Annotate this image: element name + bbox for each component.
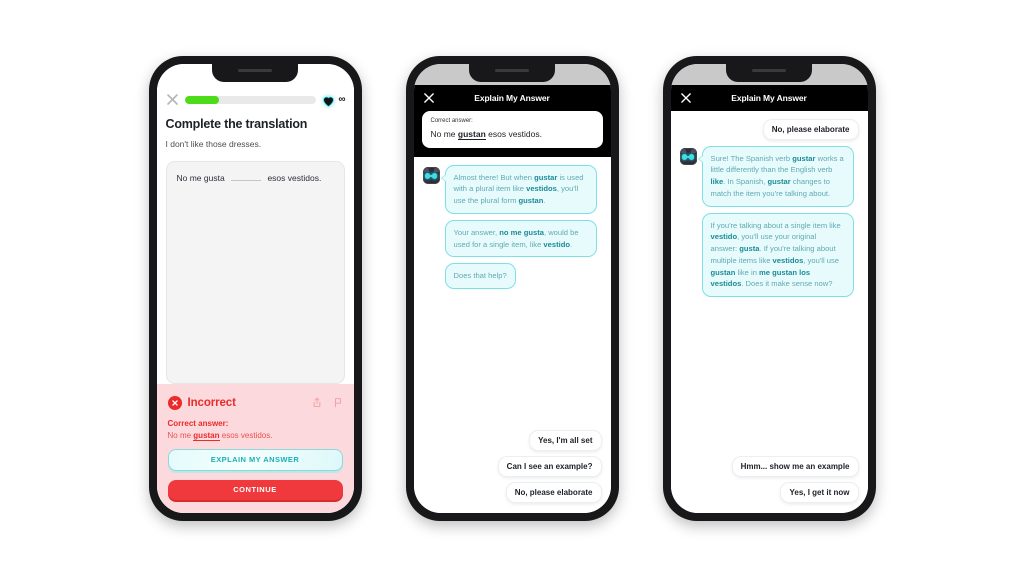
avatar-ear-right bbox=[690, 148, 696, 153]
lily-avatar-icon bbox=[422, 166, 440, 184]
chat-row-user: No, please elaborate bbox=[680, 118, 859, 140]
chat-header: Explain My Answer bbox=[413, 84, 611, 111]
phone-2-screen: Explain My Answer Correct answer: No me … bbox=[413, 63, 611, 513]
correct-answer-text: No me gustan esos vestidos. bbox=[430, 128, 594, 140]
quick-reply-option[interactable]: Can I see an example? bbox=[497, 455, 602, 477]
answer-blank bbox=[231, 179, 262, 181]
heart-icon bbox=[322, 94, 335, 107]
close-icon[interactable] bbox=[680, 92, 692, 104]
avatar-ear-left bbox=[680, 148, 686, 153]
chat-row-bot: Does that help? bbox=[423, 263, 602, 290]
phone-1-lesson: ∞ Complete the translation I don't like … bbox=[148, 55, 362, 521]
x-circle-icon bbox=[167, 395, 182, 410]
correct-answer-post: esos vestidos. bbox=[219, 430, 273, 440]
answer-line: No me gusta esos vestidos. bbox=[177, 173, 334, 183]
feedback-panel: Incorrect Correct answer: No me gustan e… bbox=[156, 383, 354, 513]
phone-notch bbox=[469, 63, 555, 82]
avatar-ear-right bbox=[433, 167, 439, 172]
chat-bubble-bot: Does that help? bbox=[444, 263, 516, 290]
lesson-body: ∞ Complete the translation I don't like … bbox=[156, 84, 354, 513]
chat-title: Explain My Answer bbox=[474, 92, 550, 103]
avatar-ear-left bbox=[423, 167, 429, 172]
chat-bubble-bot: Your answer, no me gusta, would be used … bbox=[444, 219, 597, 258]
avatar-ears bbox=[680, 148, 696, 154]
feedback-header: Incorrect bbox=[167, 395, 343, 410]
correct-answer-card-wrap: Correct answer: No me gustan esos vestid… bbox=[413, 110, 611, 157]
lesson-progress-bar bbox=[184, 95, 317, 104]
user-message-bubble: No, please elaborate bbox=[762, 118, 859, 140]
chat-body: No, please elaborate Sure! The Spanish v… bbox=[670, 110, 868, 513]
chat-spacer bbox=[680, 303, 859, 449]
chat-header: Explain My Answer bbox=[670, 84, 868, 111]
phone-3-explain-chat-followup: Explain My Answer No, please elaborate S… bbox=[662, 55, 876, 521]
lily-avatar-icon bbox=[679, 147, 697, 165]
chat-row-bot: Sure! The Spanish verb gustar works a li… bbox=[679, 145, 859, 207]
avatar-eye-right bbox=[432, 172, 437, 179]
quick-reply-option[interactable]: Hmm... show me an example bbox=[731, 455, 859, 477]
chat-title: Explain My Answer bbox=[731, 92, 807, 103]
phone-3-screen: Explain My Answer No, please elaborate S… bbox=[670, 63, 868, 513]
phone-notch bbox=[212, 63, 298, 82]
avatar-ears bbox=[423, 167, 439, 173]
correct-answer-text: No me gustan esos vestidos. bbox=[167, 430, 343, 441]
phone-2-explain-chat: Explain My Answer Correct answer: No me … bbox=[405, 55, 619, 521]
continue-button[interactable]: CONTINUE bbox=[167, 479, 343, 500]
chat-spacer bbox=[423, 295, 602, 423]
chat-bubble-bot: If you're talking about a single item li… bbox=[701, 212, 854, 298]
avatar-nose bbox=[429, 175, 433, 177]
avatar-nose bbox=[686, 156, 690, 158]
lesson-prompt: I don't like those dresses. bbox=[165, 138, 262, 149]
close-icon[interactable] bbox=[423, 92, 435, 104]
status-badge: Incorrect bbox=[187, 396, 236, 409]
lesson-top: ∞ Complete the translation I don't like … bbox=[157, 85, 354, 149]
correct-answer-pre: No me bbox=[430, 128, 458, 139]
chat-row-bot: Your answer, no me gusta, would be used … bbox=[423, 219, 602, 258]
answer-suffix: esos vestidos. bbox=[267, 172, 322, 183]
page-title: Complete the translation bbox=[165, 116, 308, 131]
flag-icon[interactable] bbox=[333, 397, 343, 408]
share-icon[interactable] bbox=[312, 397, 322, 408]
lesson-topbar: ∞ bbox=[166, 92, 346, 108]
quick-reply-option[interactable]: No, please elaborate bbox=[505, 481, 602, 503]
quick-reply-list: Hmm... show me an example Yes, I get it … bbox=[680, 455, 859, 503]
correct-answer-post: esos vestidos. bbox=[485, 128, 543, 139]
chat-body: Almost there! But when gustar is used wi… bbox=[413, 156, 611, 513]
phone-mockup-stage: ∞ Complete the translation I don't like … bbox=[0, 0, 1024, 576]
answer-input-area[interactable]: No me gusta esos vestidos. bbox=[165, 160, 345, 384]
correct-answer-pre: No me bbox=[167, 430, 194, 440]
quick-reply-option[interactable]: Yes, I get it now bbox=[780, 481, 859, 503]
chat-row-bot: Almost there! But when gustar is used wi… bbox=[422, 164, 602, 214]
phone-notch bbox=[726, 63, 812, 82]
hearts-count: ∞ bbox=[338, 93, 345, 105]
avatar-eye-right bbox=[689, 153, 694, 160]
correct-answer-highlight: gustan bbox=[457, 128, 486, 140]
hearts-indicator[interactable]: ∞ bbox=[322, 93, 346, 107]
explain-my-answer-button[interactable]: EXPLAIN MY ANSWER bbox=[167, 448, 343, 471]
correct-answer-label: Correct answer: bbox=[167, 418, 229, 428]
chat-bubble-bot: Sure! The Spanish verb gustar works a li… bbox=[697, 145, 854, 207]
lesson-progress-fill bbox=[184, 95, 219, 104]
quick-reply-list: Yes, I'm all set Can I see an example? N… bbox=[423, 429, 602, 503]
correct-answer-highlight: gustan bbox=[193, 430, 220, 441]
chat-row-bot: If you're talking about a single item li… bbox=[680, 212, 859, 298]
quick-reply-option[interactable]: Yes, I'm all set bbox=[529, 429, 602, 451]
close-icon[interactable] bbox=[166, 93, 179, 106]
phone-1-screen: ∞ Complete the translation I don't like … bbox=[156, 63, 354, 513]
feedback-actions bbox=[312, 397, 343, 408]
chat-bubble-bot: Almost there! But when gustar is used wi… bbox=[440, 164, 597, 214]
correct-answer-card: Correct answer: No me gustan esos vestid… bbox=[421, 110, 603, 148]
answer-prefix: No me gusta bbox=[176, 172, 225, 183]
correct-answer-label: Correct answer: bbox=[430, 117, 473, 124]
